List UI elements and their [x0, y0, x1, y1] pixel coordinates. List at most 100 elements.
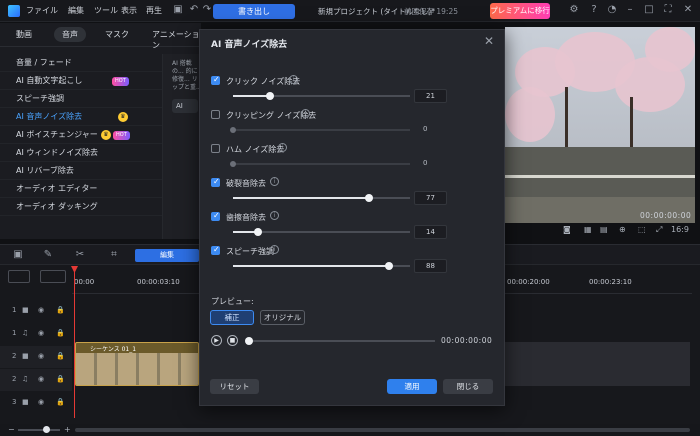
timeline-scrollbar[interactable] — [75, 428, 690, 432]
eye-icon[interactable]: ◉ — [38, 352, 44, 360]
notification-icon[interactable]: ◔ — [606, 4, 618, 16]
effect-auto-transcribe[interactable]: AI 自動文字起こし HOT — [0, 72, 162, 90]
effect-wind-noise[interactable]: AI ウィンドノイズ除去 — [0, 144, 162, 162]
zoom-slider-knob[interactable] — [43, 426, 50, 433]
menu-view[interactable]: 表示 — [121, 5, 137, 16]
effect-audio-ducking[interactable]: オーディオ ダッキング — [0, 198, 162, 216]
settings-icon[interactable]: ⚙ — [568, 4, 580, 16]
info-icon[interactable]: i — [289, 75, 298, 84]
hum-noise-checkbox[interactable] — [211, 144, 220, 153]
info-icon[interactable]: i — [278, 143, 287, 152]
play-icon[interactable]: ▶ — [211, 335, 222, 346]
fit-icon[interactable]: ⬚ — [638, 225, 646, 234]
effect-ai-denoise[interactable]: AI 音声ノイズ除去 ♛ — [0, 108, 162, 126]
hum-noise-slider[interactable] — [230, 161, 410, 167]
zoom-slider[interactable] — [18, 429, 60, 431]
plosive-slider[interactable] — [233, 194, 410, 202]
menu-playback[interactable]: 再生 — [146, 5, 162, 16]
lock-icon[interactable]: 🔒 — [56, 329, 65, 337]
menu-edit[interactable]: 編集 — [68, 5, 84, 16]
slider-knob[interactable] — [230, 127, 236, 133]
sibilance-checkbox[interactable] — [211, 211, 220, 221]
slider-knob[interactable] — [384, 262, 393, 270]
plosive-checkbox[interactable] — [211, 177, 220, 187]
sibilance-slider[interactable] — [233, 228, 410, 236]
record-icon[interactable]: ▦ — [584, 225, 592, 234]
save-icon[interactable]: ▣ — [172, 4, 184, 16]
video-preview[interactable] — [505, 27, 695, 223]
help-icon[interactable]: ? — [588, 4, 600, 16]
aspect-ratio[interactable]: 16:9 — [671, 225, 689, 234]
close-button[interactable]: 閉じる — [443, 379, 493, 394]
zoom-in-icon[interactable]: + — [64, 425, 71, 434]
speech-enhance-value[interactable]: 88 — [414, 259, 447, 273]
lock-icon[interactable]: 🔒 — [56, 352, 65, 360]
original-mode-button[interactable]: オリジナル — [260, 310, 305, 325]
click-noise-checkbox[interactable] — [211, 75, 220, 85]
export-button[interactable]: 書き出し — [213, 4, 295, 19]
tab-animation[interactable]: アニメーション — [152, 29, 201, 51]
close-icon[interactable]: ✕ — [484, 34, 494, 48]
slider-knob[interactable] — [266, 92, 275, 100]
corrected-mode-button[interactable]: 補正 — [210, 310, 254, 325]
lock-icon[interactable]: 🔒 — [56, 306, 65, 314]
info-icon[interactable]: i — [301, 109, 310, 118]
eye-icon[interactable]: ◉ — [38, 375, 44, 383]
preview-scrubber[interactable] — [249, 340, 435, 342]
reset-button[interactable]: リセット — [210, 379, 259, 394]
draw-icon[interactable]: ✎ — [42, 249, 54, 261]
lock-icon[interactable]: 🔒 — [56, 375, 65, 383]
expand-icon[interactable]: ⤢ — [656, 225, 662, 235]
eye-icon[interactable]: ◉ — [38, 306, 44, 314]
redo-icon[interactable]: ↷ — [201, 4, 213, 16]
slider-knob[interactable] — [253, 228, 262, 236]
clipping-noise-slider[interactable] — [230, 127, 410, 133]
snapshot-icon[interactable]: ◙ — [563, 225, 571, 234]
effect-audio-editor[interactable]: オーディオ エディター — [0, 180, 162, 198]
speech-enhance-slider[interactable] — [233, 262, 410, 270]
tab-mask[interactable]: マスク — [105, 29, 129, 40]
slider-knob[interactable] — [365, 194, 374, 202]
close-window-icon[interactable]: ✕ — [682, 4, 694, 16]
clipping-noise-checkbox[interactable] — [211, 110, 220, 119]
slider-knob[interactable] — [230, 161, 236, 167]
plosive-value[interactable]: 77 — [414, 191, 447, 205]
menu-file[interactable]: ファイル — [26, 5, 58, 16]
zoom-out-icon[interactable]: − — [8, 425, 15, 434]
lock-icon[interactable]: 🔒 — [56, 398, 65, 406]
playhead[interactable] — [74, 268, 75, 418]
eye-icon[interactable]: ◉ — [38, 398, 44, 406]
ai-effect-button[interactable]: AI — [172, 99, 198, 113]
timeline-clip[interactable]: シーケンス 01_1 — [75, 342, 199, 386]
track-manager-button[interactable] — [8, 270, 30, 283]
minimize-icon[interactable]: – — [624, 4, 636, 16]
scissors-icon[interactable]: ✂ — [74, 249, 86, 261]
sibilance-value[interactable]: 14 — [414, 225, 447, 239]
premium-button[interactable]: プレミアムに移行 — [490, 3, 550, 19]
tab-edit[interactable]: 編集 — [135, 249, 199, 262]
scrubber-knob[interactable] — [245, 337, 253, 345]
undo-icon[interactable]: ↶ — [188, 4, 200, 16]
info-icon[interactable]: i — [270, 211, 279, 220]
fullscreen-icon[interactable]: ⛶ — [662, 4, 674, 16]
zoom-icon[interactable]: ⊕ — [619, 225, 626, 234]
info-icon[interactable]: i — [270, 245, 279, 254]
caption-icon[interactable]: ▤ — [600, 225, 608, 234]
effect-volume-fade[interactable]: 音量 / フェード — [0, 54, 162, 72]
tab-video[interactable]: 動画 — [16, 29, 32, 40]
effect-speech-enhance[interactable]: スピーチ強調 — [0, 90, 162, 108]
click-noise-value[interactable]: 21 — [414, 89, 447, 103]
stop-icon[interactable]: ■ — [227, 335, 238, 346]
menu-tools[interactable]: ツール — [94, 5, 118, 16]
tab-audio[interactable]: 音声 — [54, 27, 86, 42]
effect-reverb-removal[interactable]: AI リバーブ除去 — [0, 162, 162, 180]
snap-button[interactable] — [40, 270, 66, 283]
effect-voice-changer[interactable]: AI ボイスチェンジャー ♛ HOT — [0, 126, 162, 144]
info-icon[interactable]: i — [270, 177, 279, 186]
speech-enhance-checkbox[interactable] — [211, 245, 220, 255]
crop-icon[interactable]: ⌗ — [108, 249, 120, 261]
click-noise-slider[interactable] — [233, 92, 410, 100]
media-icon[interactable]: ▣ — [12, 249, 24, 261]
apply-button[interactable]: 適用 — [387, 379, 437, 394]
maximize-icon[interactable]: □ — [643, 4, 655, 16]
